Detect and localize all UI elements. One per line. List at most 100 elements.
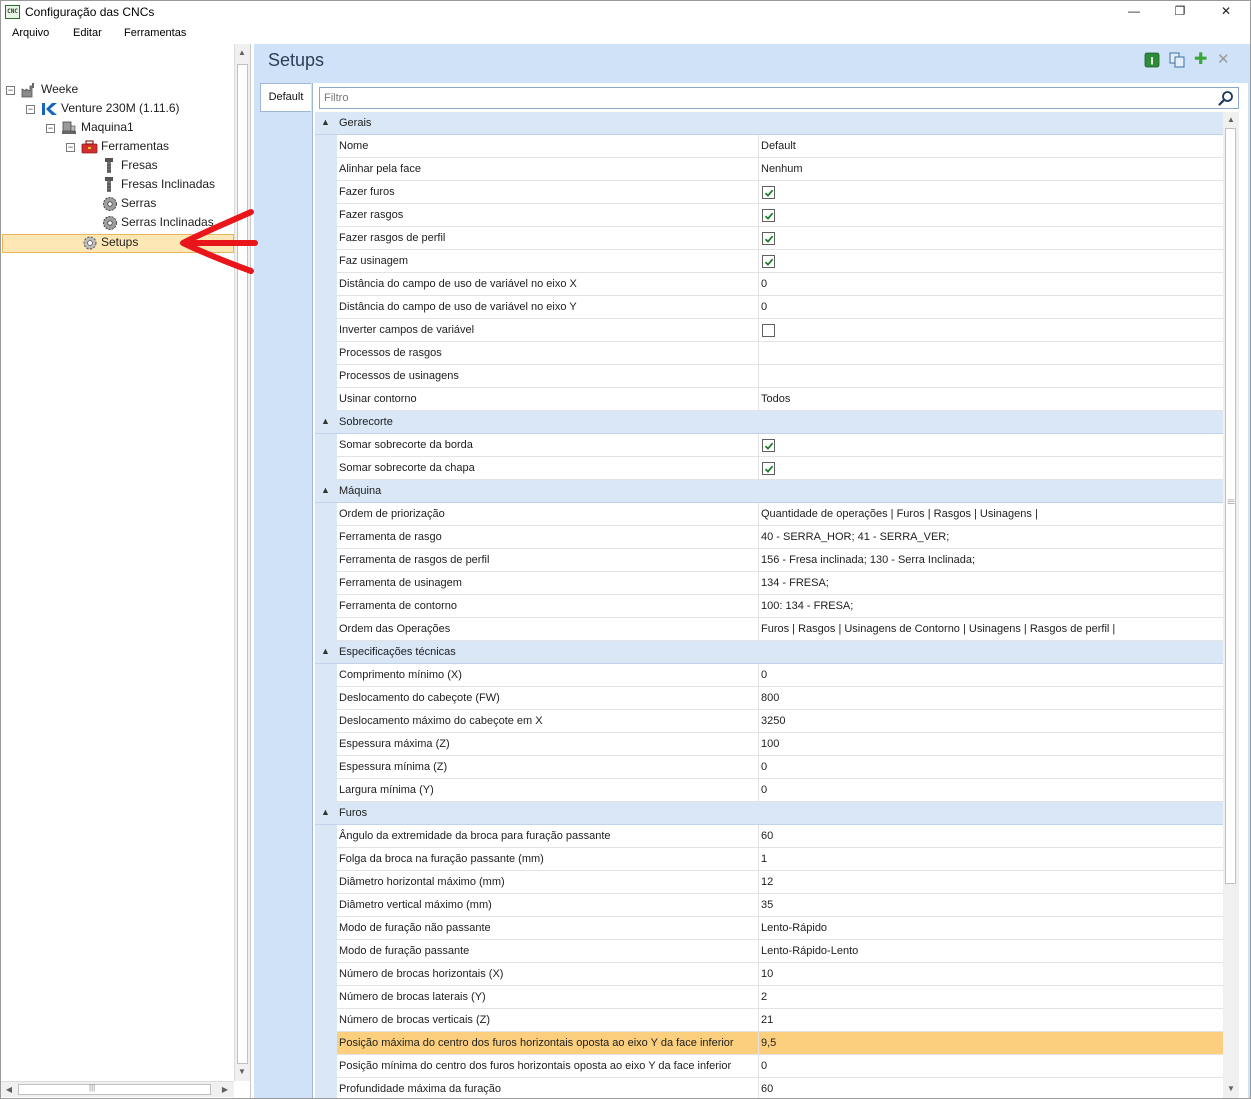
property-row[interactable]: Largura mínima (Y) 0 [315,779,1223,802]
property-row[interactable]: Posição mínima do centro dos furos horiz… [315,1055,1223,1078]
tree-item-serras-inclinadas[interactable]: Serras Inclinadas [121,213,214,232]
property-value[interactable]: 9,5 [759,1032,1223,1055]
search-icon[interactable] [1218,90,1234,106]
scrollbar-thumb[interactable]: ||| [1225,128,1236,884]
property-value[interactable]: 0 [759,664,1223,687]
scrollbar-thumb[interactable] [237,64,248,1064]
property-row[interactable]: Ferramenta de contorno 100: 134 - FRESA; [315,595,1223,618]
checkbox-unchecked[interactable] [762,324,775,337]
property-value[interactable]: Todos [759,388,1223,411]
property-row[interactable]: Deslocamento máximo do cabeçote em X 3250 [315,710,1223,733]
property-row[interactable]: Modo de furação passante Lento-Rápido-Len… [315,940,1223,963]
property-row[interactable]: Diâmetro horizontal máximo (mm) 12 [315,871,1223,894]
property-value[interactable]: 0 [759,296,1223,319]
property-row[interactable]: Número de brocas horizontais (X) 10 [315,963,1223,986]
category-gerais[interactable]: ▲ Gerais [315,112,1223,135]
property-value[interactable]: 0 [759,779,1223,802]
property-row[interactable]: Número de brocas verticais (Z) 21 [315,1009,1223,1032]
property-row[interactable]: Espessura mínima (Z) 0 [315,756,1223,779]
property-value[interactable] [759,342,1223,365]
property-row[interactable]: Folga da broca na furação passante (mm) 1 [315,848,1223,871]
tree-item-maquina1[interactable]: Maquina1 [81,118,134,137]
scrollbar-thumb[interactable]: ||| [18,1083,211,1095]
property-value[interactable]: Quantidade de operações | Furos | Rasgos… [759,503,1223,526]
info-icon[interactable]: I [1144,52,1160,68]
property-value[interactable]: 40 - SERRA_HOR; 41 - SERRA_VER; [759,526,1223,549]
checkbox-checked[interactable] [762,255,775,268]
collapse-toggle-icon[interactable]: − [66,143,75,152]
collapse-toggle-icon[interactable]: − [46,124,55,133]
tree-item-fresas[interactable]: Fresas [121,156,158,175]
collapse-toggle-icon[interactable]: − [26,105,35,114]
close-button[interactable]: ✕ [1203,1,1249,23]
category-especificacoes-tecnicas[interactable]: ▲ Especificações técnicas [315,641,1223,664]
property-value[interactable]: Nenhum [759,158,1223,181]
property-row[interactable]: Ângulo da extremidade da broca para fura… [315,825,1223,848]
property-row[interactable]: Distância do campo de uso de variável no… [315,273,1223,296]
property-row[interactable]: Ferramenta de usinagem 134 - FRESA; [315,572,1223,595]
property-checkbox-cell[interactable] [759,319,1223,342]
scroll-up-icon[interactable]: ▲ [1224,113,1238,127]
property-value[interactable]: 800 [759,687,1223,710]
property-checkbox-cell[interactable] [759,181,1223,204]
tree-item-weeke[interactable]: Weeke [41,80,78,99]
checkbox-checked[interactable] [762,462,775,475]
property-value[interactable]: 156 - Fresa inclinada; 130 - Serra Incli… [759,549,1223,572]
filter-input[interactable]: Filtro [319,87,1239,109]
property-value[interactable]: Default [759,135,1223,158]
scroll-down-icon[interactable]: ▼ [235,1065,249,1079]
property-checkbox-cell[interactable] [759,204,1223,227]
tree-item-ferramentas[interactable]: Ferramentas [101,137,169,156]
property-value[interactable]: Furos | Rasgos | Usinagens de Contorno |… [759,618,1223,641]
property-value[interactable]: 35 [759,894,1223,917]
collapse-icon[interactable]: ▲ [321,416,330,426]
property-row[interactable]: Profundidade máxima da furação 60 [315,1078,1223,1098]
property-row[interactable]: Posição máxima do centro dos furos horiz… [315,1032,1223,1055]
property-value[interactable]: 2 [759,986,1223,1009]
property-row[interactable]: Ferramenta de rasgos de perfil 156 - Fres… [315,549,1223,572]
property-row[interactable]: Modo de furação não passante Lento-Rápido [315,917,1223,940]
collapse-icon[interactable]: ▲ [321,117,330,127]
property-row[interactable]: Diâmetro vertical máximo (mm) 35 [315,894,1223,917]
property-value[interactable]: 60 [759,1078,1223,1098]
checkbox-checked[interactable] [762,439,775,452]
property-row[interactable]: Processos de usinagens [315,365,1223,388]
collapse-icon[interactable]: ▲ [321,485,330,495]
property-row[interactable]: Nome Default [315,135,1223,158]
tree-item-setups[interactable]: Setups [101,233,138,252]
property-row[interactable]: Alinhar pela face Nenhum [315,158,1223,181]
property-row[interactable]: Ordem das Operações Furos | Rasgos | Usin… [315,618,1223,641]
property-row[interactable]: Número de brocas laterais (Y) 2 [315,986,1223,1009]
property-row[interactable]: Fazer furos [315,181,1223,204]
scroll-up-icon[interactable]: ▲ [235,46,249,60]
category-sobrecorte[interactable]: ▲ Sobrecorte [315,411,1223,434]
menu-arquivo[interactable]: Arquivo [12,27,49,39]
category-maquina[interactable]: ▲ Máquina [315,480,1223,503]
property-value[interactable]: 3250 [759,710,1223,733]
property-value[interactable] [759,365,1223,388]
add-icon[interactable]: ✚ [1194,52,1210,68]
property-checkbox-cell[interactable] [759,457,1223,480]
property-value[interactable]: 21 [759,1009,1223,1032]
property-row[interactable]: Faz usinagem [315,250,1223,273]
checkbox-checked[interactable] [762,186,775,199]
copy-icon[interactable] [1169,52,1185,68]
property-value[interactable]: Lento-Rápido-Lento [759,940,1223,963]
property-row[interactable]: Ferramenta de rasgo 40 - SERRA_HOR; 41 - … [315,526,1223,549]
property-checkbox-cell[interactable] [759,227,1223,250]
property-row[interactable]: Processos de rasgos [315,342,1223,365]
maximize-button[interactable]: ❐ [1157,1,1203,23]
property-row[interactable]: Distância do campo de uso de variável no… [315,296,1223,319]
checkbox-checked[interactable] [762,232,775,245]
property-row[interactable]: Espessura máxima (Z) 100 [315,733,1223,756]
property-value[interactable]: 134 - FRESA; [759,572,1223,595]
property-value[interactable]: 12 [759,871,1223,894]
collapse-icon[interactable]: ▲ [321,807,330,817]
minimize-button[interactable]: — [1111,1,1157,23]
scroll-down-icon[interactable]: ▼ [1224,1082,1238,1096]
menu-ferramentas[interactable]: Ferramentas [124,27,186,39]
property-row[interactable]: Ordem de priorização Quantidade de operaç… [315,503,1223,526]
property-value[interactable]: 0 [759,273,1223,296]
property-value[interactable]: 0 [759,756,1223,779]
property-row[interactable]: Fazer rasgos de perfil [315,227,1223,250]
